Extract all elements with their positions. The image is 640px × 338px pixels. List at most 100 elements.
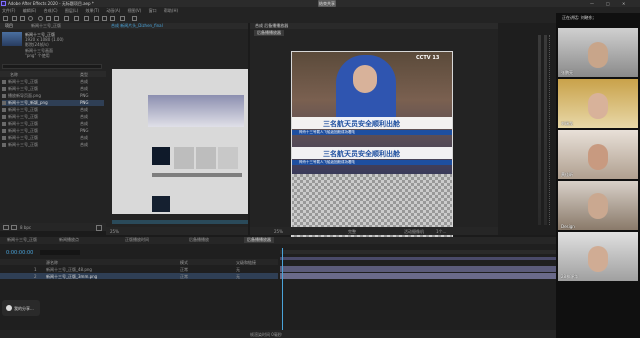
project-item[interactable]: 新闻十三号_正版 合成 bbox=[2, 121, 104, 127]
participant-tile[interactable]: 刘瑞龙 bbox=[558, 79, 638, 128]
project-item[interactable]: 新闻十三号_正版 合成 bbox=[2, 135, 104, 141]
end-share-button[interactable]: 结束共享 bbox=[318, 0, 336, 7]
new-comp-icon[interactable] bbox=[11, 225, 17, 230]
project-item-name: 播放新导页面.png bbox=[8, 93, 41, 98]
menu-effect[interactable]: 效果(T) bbox=[85, 7, 99, 14]
timeline-search-input[interactable] bbox=[40, 250, 80, 255]
project-item[interactable]: 新闻十三号_正版 合成 bbox=[2, 86, 104, 92]
participant-tile[interactable]: 张鹏亮 bbox=[558, 28, 638, 77]
eraser-tool-icon[interactable] bbox=[110, 16, 115, 21]
menu-composition[interactable]: 合成(C) bbox=[44, 7, 58, 14]
participant-tile[interactable]: 黄佳昕 bbox=[558, 130, 638, 179]
menu-layer[interactable]: 图层(L) bbox=[65, 7, 78, 14]
camera-tool-icon[interactable] bbox=[46, 16, 51, 21]
file-icon bbox=[2, 108, 6, 112]
project-panel: 项目 新闻十三号_正版 新闻十三号_正版 1920 x 1080 (1.00) … bbox=[0, 23, 106, 231]
comp-left-zoom[interactable]: 25% bbox=[110, 229, 119, 234]
timeline-tab-2[interactable]: 新闻播放点 bbox=[56, 237, 82, 243]
clone-tool-icon[interactable] bbox=[102, 16, 107, 21]
project-item[interactable]: 新闻十三号_正版 合成 bbox=[2, 107, 104, 113]
snapping-icon[interactable] bbox=[132, 16, 137, 21]
zoom-tool-icon[interactable] bbox=[28, 16, 33, 21]
comp-left-canvas[interactable] bbox=[112, 69, 248, 214]
participant-avatar bbox=[588, 144, 608, 170]
tab-effect-controls[interactable]: 新闻十三号_正版 bbox=[28, 23, 64, 29]
close-icon[interactable]: ✕ bbox=[622, 1, 625, 6]
resolution-select[interactable]: 完整 bbox=[348, 229, 356, 235]
file-icon bbox=[2, 94, 6, 98]
project-item-name: 新闻十三号_正版 bbox=[8, 121, 38, 126]
project-item[interactable]: 新闻十三号_正版 合成 bbox=[2, 142, 104, 148]
screen-share-widget[interactable]: 我的分享... bbox=[2, 300, 40, 316]
composition-viewer-main: 合成 后备播播放器 后备播播放器 CCTV 13 三名航天员安全顺利出舱 神舟十… bbox=[250, 23, 498, 251]
render-time: 帧渲染时间 0毫秒 bbox=[250, 332, 282, 337]
project-item[interactable]: 播放新导页面.png PNG bbox=[2, 93, 104, 99]
mask-tool-icon[interactable] bbox=[64, 16, 69, 21]
rotate-tool-icon[interactable] bbox=[38, 16, 43, 21]
layer-row[interactable]: 1 新闻十三号_正版_48.png 正常 无 bbox=[0, 266, 278, 272]
column-name[interactable]: 名称 bbox=[10, 72, 18, 78]
tab-comp-main[interactable]: 合成 后备播播放器 bbox=[252, 23, 291, 29]
selection-tool-icon[interactable] bbox=[12, 16, 17, 21]
project-item[interactable]: 新闻十三号_新颖_png PNG bbox=[2, 100, 104, 106]
text-tool-icon[interactable] bbox=[84, 16, 89, 21]
timeline-tab-1[interactable]: 新闻十三号_正版 bbox=[4, 237, 40, 243]
layer-mode[interactable]: 正常 bbox=[180, 274, 188, 280]
preview-thumbnail-2 bbox=[152, 196, 170, 212]
new-folder-icon[interactable] bbox=[3, 225, 9, 230]
menu-edit[interactable]: 编辑(E) bbox=[23, 7, 37, 14]
menu-view[interactable]: 视图(V) bbox=[127, 7, 141, 14]
puppet-tool-icon[interactable] bbox=[120, 16, 125, 21]
menu-file[interactable]: 文件(F) bbox=[2, 7, 15, 14]
project-item-type: 合成 bbox=[80, 135, 88, 140]
hand-tool-icon[interactable] bbox=[20, 16, 25, 21]
share-status-icon bbox=[6, 305, 12, 311]
project-item[interactable]: 新闻十三号_正版 合成 bbox=[2, 79, 104, 85]
menu-animation[interactable]: 动画(A) bbox=[106, 7, 120, 14]
menu-window[interactable]: 窗口 bbox=[149, 7, 157, 14]
project-item-type: 合成 bbox=[80, 142, 88, 147]
participant-name: 28林源华 bbox=[561, 274, 579, 279]
camera-select[interactable]: 活动摄像机 bbox=[404, 229, 424, 235]
participant-tile[interactable]: Design bbox=[558, 181, 638, 230]
timeline-tab-3[interactable]: 正版播放时间 bbox=[122, 237, 152, 243]
brush-tool-icon[interactable] bbox=[94, 16, 99, 21]
maximize-icon[interactable]: □ bbox=[606, 1, 610, 6]
tab-comp-left[interactable]: 合成 新闻片头_Dizhen_final bbox=[108, 23, 166, 29]
bit-depth[interactable]: 8 bpc bbox=[20, 225, 31, 230]
tab-comp-sub[interactable]: 后备播播放器 bbox=[254, 30, 284, 36]
comp-main-zoom[interactable]: 25% bbox=[274, 229, 283, 234]
comp-main-canvas[interactable]: CCTV 13 三名航天员安全顺利出舱 神舟十三号载人飞船返回舱成功着陆 三名航… bbox=[291, 51, 453, 251]
layer-bounding-box[interactable] bbox=[291, 51, 453, 251]
layer-bar-1[interactable] bbox=[280, 266, 556, 272]
view-layout-select[interactable]: 1个... bbox=[436, 229, 446, 235]
column-type[interactable]: 类型 bbox=[80, 72, 88, 78]
project-search-input[interactable] bbox=[2, 64, 102, 69]
timeline-tab-4[interactable]: 后备播播放 bbox=[186, 237, 212, 243]
project-item[interactable]: 新闻十三号_正版 合成 bbox=[2, 114, 104, 120]
participant-name: 黄佳昕 bbox=[561, 172, 573, 177]
audio-meter-panel bbox=[498, 23, 556, 235]
pen-tool-icon[interactable] bbox=[74, 16, 79, 21]
timecode-display[interactable]: 0:00:00:00 bbox=[6, 250, 33, 256]
participant-tile[interactable]: 28林源华 bbox=[558, 232, 638, 281]
tab-project[interactable]: 项目 bbox=[2, 23, 16, 29]
trash-icon[interactable] bbox=[96, 225, 102, 231]
layer-row[interactable]: 2 新闻十三号_正版_3mm.png 正常 无 bbox=[0, 273, 278, 279]
file-icon bbox=[2, 87, 6, 91]
work-area-bar[interactable] bbox=[280, 257, 556, 260]
layer-name: 新闻十三号_正版_3mm.png bbox=[46, 274, 98, 279]
timeline-tab-5[interactable]: 后备播播放器 bbox=[244, 237, 274, 243]
pan-behind-tool-icon[interactable] bbox=[54, 16, 59, 21]
menu-help[interactable]: 帮助(H) bbox=[164, 7, 178, 14]
project-item-type: 合成 bbox=[80, 114, 88, 119]
layer-parent[interactable]: 无 bbox=[236, 274, 240, 280]
playhead[interactable] bbox=[282, 248, 283, 338]
layer-bar-2[interactable] bbox=[280, 273, 556, 279]
time-ruler[interactable] bbox=[280, 250, 556, 254]
project-item[interactable]: 新闻十三号_正版 PNG bbox=[2, 128, 104, 134]
minimize-icon[interactable]: — bbox=[590, 1, 594, 6]
project-item-type: 合成 bbox=[80, 107, 88, 112]
home-icon[interactable] bbox=[3, 16, 8, 21]
comp-left-ruler[interactable] bbox=[112, 220, 248, 224]
